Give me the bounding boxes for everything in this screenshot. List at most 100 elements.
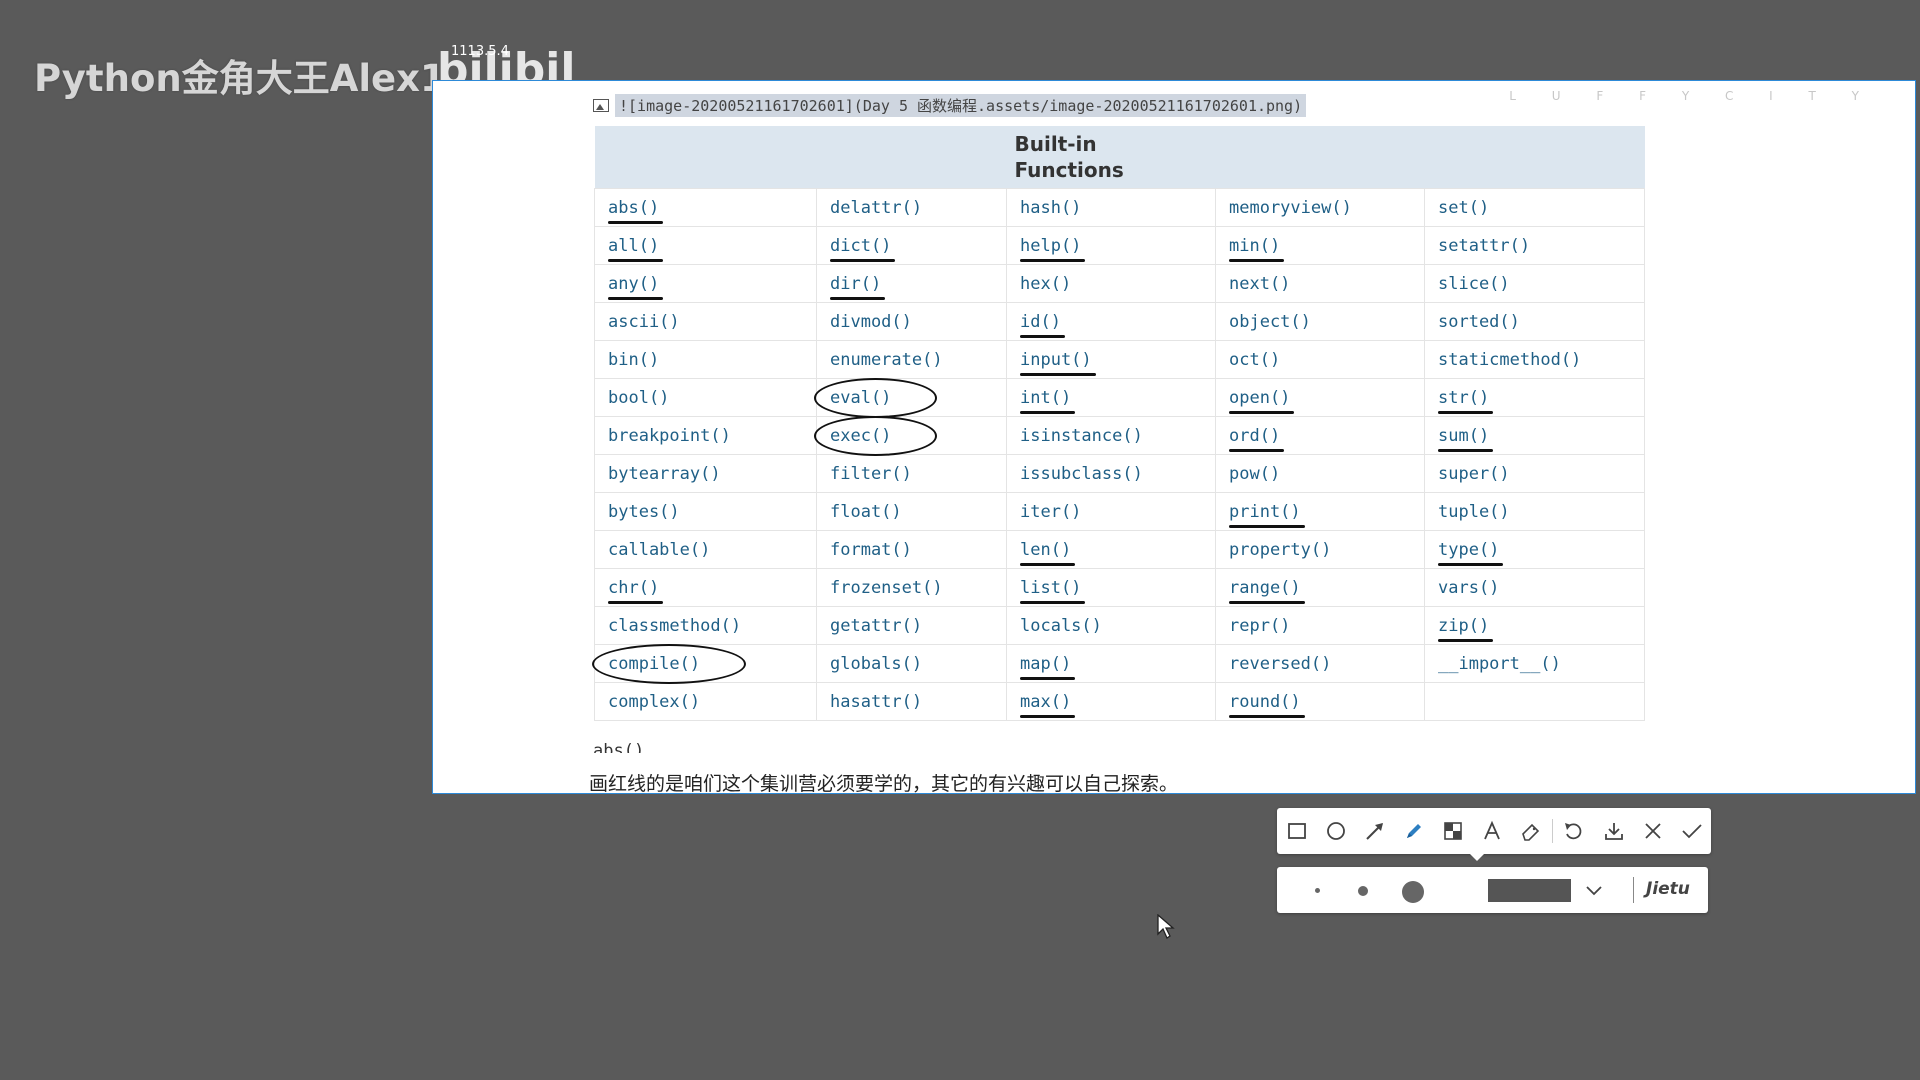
table-row: chr() frozenset() list() range() vars() (594, 568, 1645, 607)
function-name: breakpoint() (608, 425, 731, 446)
chevron-down-icon[interactable] (1582, 878, 1606, 902)
function-cell: any() (594, 264, 817, 303)
mosaic-tool-button[interactable] (1433, 808, 1472, 854)
function-name: min() (1229, 235, 1285, 262)
function-cell: min() (1215, 226, 1425, 265)
function-name: max() (1020, 691, 1076, 718)
luffy-city-mark: L U F F Y C I T Y (1509, 89, 1875, 103)
function-name: vars() (1438, 577, 1500, 598)
cancel-button[interactable] (1633, 808, 1672, 854)
annotation-toolbar (1277, 808, 1711, 861)
function-name: print() (1229, 501, 1305, 528)
function-cell: input() (1006, 340, 1216, 379)
function-cell: slice() (1424, 264, 1645, 303)
size-small-dot[interactable] (1315, 888, 1320, 893)
pen-icon (1406, 824, 1421, 838)
function-cell: chr() (594, 568, 817, 607)
function-cell: max() (1006, 682, 1216, 721)
ellipse-tool-button[interactable] (1316, 808, 1355, 854)
function-cell: ascii() (594, 302, 817, 341)
function-name: hasattr() (830, 691, 923, 712)
function-name: __import__() (1438, 653, 1561, 674)
function-name: compile() (591, 643, 747, 684)
function-name: issubclass() (1020, 463, 1143, 484)
function-cell: hash() (1006, 188, 1216, 227)
check-icon (1681, 824, 1702, 839)
function-cell: oct() (1215, 340, 1425, 379)
function-cell: float() (816, 492, 1007, 531)
function-cell: set() (1424, 188, 1645, 227)
function-name: exec() (813, 415, 939, 456)
function-cell: bytearray() (594, 454, 817, 493)
function-name: bytearray() (608, 463, 721, 484)
function-name: len() (1020, 539, 1076, 566)
function-name: property() (1229, 539, 1332, 560)
function-cell: vars() (1424, 568, 1645, 607)
screenshot-selection[interactable]: ![image-20200521161702601](Day 5 函数编程.as… (432, 80, 1916, 794)
function-cell: bin() (594, 340, 817, 379)
eraser-icon (1521, 823, 1539, 841)
function-cell: zip() (1424, 606, 1645, 645)
color-swatch[interactable] (1488, 879, 1571, 902)
function-name: memoryview() (1229, 197, 1352, 218)
function-cell: all() (594, 226, 817, 265)
function-cell: ord() (1215, 416, 1425, 455)
function-cell: classmethod() (594, 606, 817, 645)
pen-tool-button[interactable] (1394, 808, 1433, 854)
function-name: sum() (1438, 425, 1494, 452)
function-cell: hex() (1006, 264, 1216, 303)
text-tool-button[interactable] (1472, 808, 1511, 854)
download-button[interactable] (1594, 808, 1633, 854)
function-name: repr() (1229, 615, 1291, 636)
text-icon (1483, 820, 1500, 840)
function-name: sorted() (1438, 311, 1520, 332)
function-name: round() (1229, 691, 1305, 718)
function-name: divmod() (830, 311, 912, 332)
table-row: classmethod() getattr() locals() repr() zip(… (594, 606, 1645, 645)
table-row: breakpoint() exec() isinstance() ord() sum() (594, 415, 1645, 456)
function-cell: format() (816, 530, 1007, 569)
confirm-button[interactable] (1672, 808, 1711, 854)
function-cell: id() (1006, 302, 1216, 341)
function-name: bool() (608, 387, 670, 408)
function-name: list() (1020, 577, 1086, 604)
function-name: input() (1020, 349, 1096, 376)
function-name: dict() (830, 235, 896, 262)
image-link[interactable]: ![image-20200521161702601](Day 5 函数编程.as… (593, 94, 1307, 117)
eraser-tool-button[interactable] (1511, 808, 1550, 854)
rectangle-tool-button[interactable] (1277, 808, 1316, 854)
function-cell: print() (1215, 492, 1425, 531)
size-medium-dot[interactable] (1358, 886, 1368, 896)
function-name: slice() (1438, 273, 1510, 294)
function-name: staticmethod() (1438, 349, 1582, 370)
function-cell: len() (1006, 530, 1216, 569)
function-name: abs() (608, 197, 664, 224)
function-name: eval() (813, 377, 939, 418)
bilibili-count: 1113.5.4 (451, 44, 509, 59)
function-name: all() (608, 235, 664, 262)
undo-button[interactable] (1555, 808, 1594, 854)
function-name: zip() (1438, 615, 1494, 642)
function-name: any() (608, 273, 664, 300)
function-cell: enumerate() (816, 340, 1007, 379)
size-large-dot[interactable] (1402, 881, 1424, 903)
undo-icon (1565, 823, 1582, 840)
table-header: Built-in Functions (594, 126, 1645, 189)
function-cell: isinstance() (1006, 416, 1216, 455)
function-cell: type() (1424, 530, 1645, 569)
circle-icon (1326, 822, 1345, 840)
function-cell: abs() (594, 188, 817, 227)
cut-off-text: abs() (593, 743, 645, 753)
function-name: format() (830, 539, 912, 560)
function-name: str() (1438, 387, 1494, 414)
function-name: globals() (830, 653, 923, 674)
function-name: reversed() (1229, 653, 1332, 674)
arrow-tool-button[interactable] (1355, 808, 1394, 854)
function-cell: dict() (816, 226, 1007, 265)
function-name: hex() (1020, 273, 1072, 294)
table-row: compile() globals() map() reversed() __impor… (591, 643, 1645, 684)
table-row: any() dir() hex() next() slice() (594, 264, 1645, 303)
table-row: complex() hasattr() max() round() (594, 682, 1645, 721)
table-row: bin() enumerate() input() oct() staticmethod… (594, 340, 1645, 379)
download-icon (1604, 823, 1623, 840)
